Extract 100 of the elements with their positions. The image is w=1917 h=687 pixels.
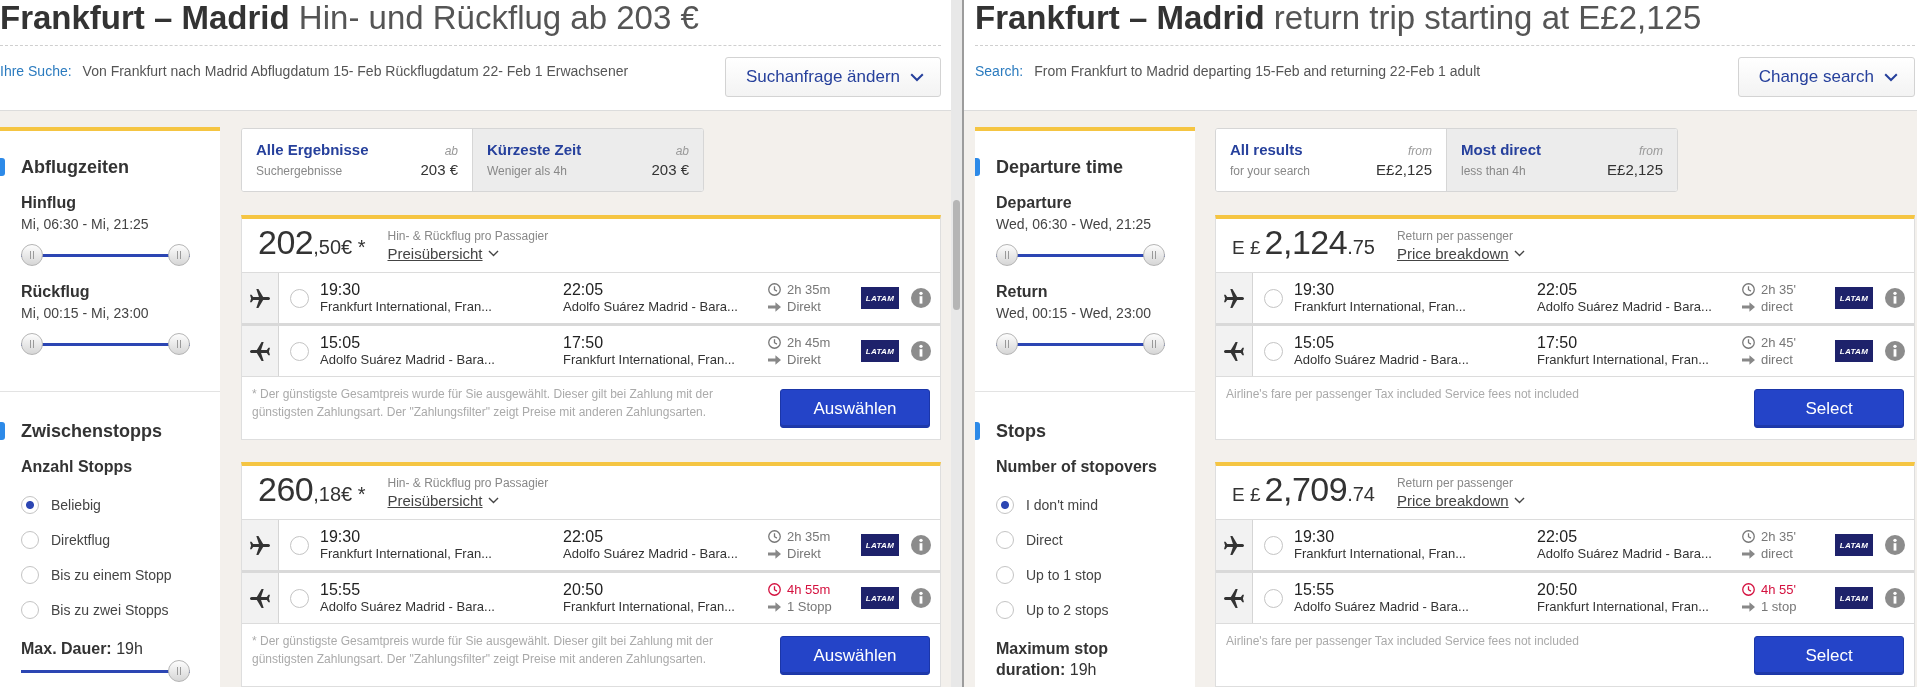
stops-text: direct (1761, 545, 1793, 562)
search-label: Ihre Suche: (0, 63, 72, 80)
info-icon[interactable] (911, 341, 931, 361)
radio-button[interactable] (21, 600, 39, 619)
clock-icon (768, 336, 781, 349)
slider-track[interactable] (996, 333, 1165, 355)
select-button[interactable]: Auswählen (780, 389, 930, 428)
airline-logo: LATAM (861, 534, 899, 556)
radio-button[interactable] (996, 530, 1014, 549)
change-search-button[interactable]: Change search (1737, 57, 1915, 97)
page-title: Frankfurt – Madrid return trip starting at E£2,125 (975, 0, 1915, 46)
airplane-icon (1224, 288, 1244, 308)
airplane-icon (250, 535, 270, 555)
radio-button[interactable] (1264, 535, 1283, 555)
price-breakdown-link[interactable]: Preisübersicht (387, 243, 499, 264)
radio-label[interactable]: Direktflug (51, 531, 111, 548)
chevron-down-icon (1513, 250, 1525, 257)
airline-logo: LATAM (1835, 534, 1873, 556)
radio-label[interactable]: Up to 2 stops (1026, 601, 1109, 618)
arrival-time: 22:05 (563, 528, 605, 546)
info-icon[interactable] (911, 288, 931, 308)
clock-icon (768, 530, 781, 543)
radio-button[interactable] (21, 530, 39, 549)
max-duration-label: Max. Dauer: 19h (21, 639, 144, 659)
departure-airport: Adolfo Suárez Madrid - Bara... (1294, 599, 1470, 615)
radio-label[interactable]: Bis zu einem Stopp (51, 566, 172, 583)
slider-thumb[interactable] (1143, 244, 1165, 266)
info-icon[interactable] (1885, 341, 1905, 361)
arrow-right-icon (768, 601, 781, 612)
radio-button[interactable] (290, 288, 309, 308)
info-icon[interactable] (1885, 535, 1905, 555)
slider-track[interactable] (21, 333, 190, 355)
radio-label[interactable]: Bis zu zwei Stopps (51, 601, 169, 618)
radio-button[interactable] (1264, 341, 1283, 361)
radio-label[interactable]: Up to 1 stop (1026, 566, 1102, 583)
accent-bar-icon (975, 422, 980, 440)
radio-button[interactable] (21, 565, 39, 584)
fare-label: Hin- & Rückflug pro Passagier (387, 474, 549, 491)
select-button[interactable]: Select (1754, 636, 1904, 675)
departure-time: 19:30 (1294, 281, 1336, 299)
radio-label[interactable]: Direct (1026, 531, 1063, 548)
slider-thumb[interactable] (168, 244, 190, 266)
radio-button[interactable] (996, 495, 1014, 514)
radio-button[interactable] (996, 565, 1014, 584)
departure-time: 19:30 (320, 528, 362, 546)
fare-price: 260,18€ * (258, 469, 366, 510)
slider-track[interactable] (21, 660, 190, 682)
radio-label[interactable]: Beliebig (51, 496, 101, 513)
departure-time: 15:55 (1294, 581, 1336, 599)
radio-button[interactable] (1264, 588, 1283, 608)
clock-icon (1742, 530, 1755, 543)
arrival-time: 22:05 (1537, 281, 1579, 299)
price-breakdown-link[interactable]: Price breakdown (1396, 490, 1525, 511)
select-button[interactable]: Select (1754, 389, 1904, 428)
filter-subheading: Number of stopovers (996, 457, 1158, 477)
arrival-airport: Frankfurt International, Fran... (1537, 352, 1710, 368)
slider-thumb[interactable] (168, 333, 190, 355)
info-icon[interactable] (911, 588, 931, 608)
slider-thumb[interactable] (168, 660, 190, 682)
arrival-time: 17:50 (563, 334, 605, 352)
arrival-airport: Adolfo Suárez Madrid - Bara... (563, 546, 739, 562)
radio-button[interactable] (290, 588, 309, 608)
change-search-button[interactable]: Suchanfrage ändern (724, 57, 941, 97)
filter-label: Departure (996, 193, 1073, 213)
radio-label[interactable]: I don't mind (1026, 496, 1098, 513)
airplane-icon (250, 588, 270, 608)
time-range: Wed, 00:15 - Wed, 23:00 (996, 304, 1153, 323)
scrollbar-thumb[interactable] (953, 200, 960, 310)
search-summary: Von Frankfurt nach Madrid Abflugdatum 15- Feb Rückflugdatum 22- Feb 1 Erwachsener (82, 63, 629, 80)
duration-text: 4h 55' (1761, 581, 1796, 598)
slider-thumb[interactable] (21, 333, 43, 355)
info-icon[interactable] (911, 535, 931, 555)
price-breakdown-link[interactable]: Price breakdown (1396, 243, 1525, 264)
search-summary: From Frankfurt to Madrid departing 15-Feb and returning 22-Feb 1 adult (1034, 63, 1481, 80)
price-breakdown-link[interactable]: Preisübersicht (387, 490, 499, 511)
slider-thumb[interactable] (996, 244, 1018, 266)
slider-thumb[interactable] (996, 333, 1018, 355)
info-icon[interactable] (1885, 288, 1905, 308)
select-button[interactable]: Auswählen (780, 636, 930, 675)
radio-button[interactable] (290, 535, 309, 555)
slider-track[interactable] (21, 244, 190, 266)
radio-button[interactable] (1264, 288, 1283, 308)
radio-button[interactable] (290, 341, 309, 361)
info-icon[interactable] (1885, 588, 1905, 608)
airline-logo: LATAM (1835, 287, 1873, 309)
arrow-right-icon (1742, 548, 1755, 559)
time-range: Mi, 06:30 - Mi, 21:25 (21, 215, 150, 234)
radio-button[interactable] (996, 600, 1014, 619)
result-tab[interactable]: Most direct from less than 4h E£2,125 (1446, 129, 1677, 191)
clock-icon (1742, 283, 1755, 296)
slider-track[interactable] (996, 244, 1165, 266)
time-range: Wed, 06:30 - Wed, 21:25 (996, 215, 1153, 234)
slider-thumb[interactable] (21, 244, 43, 266)
radio-button[interactable] (21, 495, 39, 514)
airline-logo: LATAM (1835, 587, 1873, 609)
slider-thumb[interactable] (1143, 333, 1165, 355)
accent-bar-icon (975, 158, 980, 176)
result-tab[interactable]: Kürzeste Zeit ab Weniger als 4h 203 € (472, 129, 703, 191)
fare-price: E £2,124.75 (1232, 222, 1375, 263)
fare-note: Airline's fare per passenger Tax included Service fees not included (1226, 386, 1579, 403)
